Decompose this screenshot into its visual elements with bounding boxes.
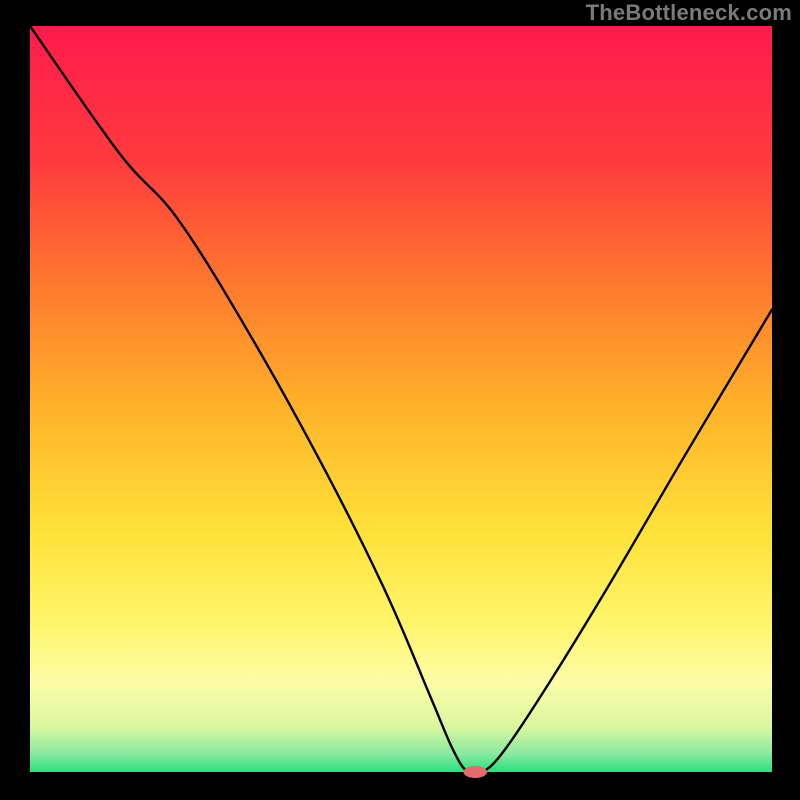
plot-background — [30, 26, 772, 772]
chart-frame: TheBottleneck.com — [0, 0, 800, 800]
bottleneck-chart — [0, 0, 800, 800]
optimal-marker — [463, 766, 487, 778]
